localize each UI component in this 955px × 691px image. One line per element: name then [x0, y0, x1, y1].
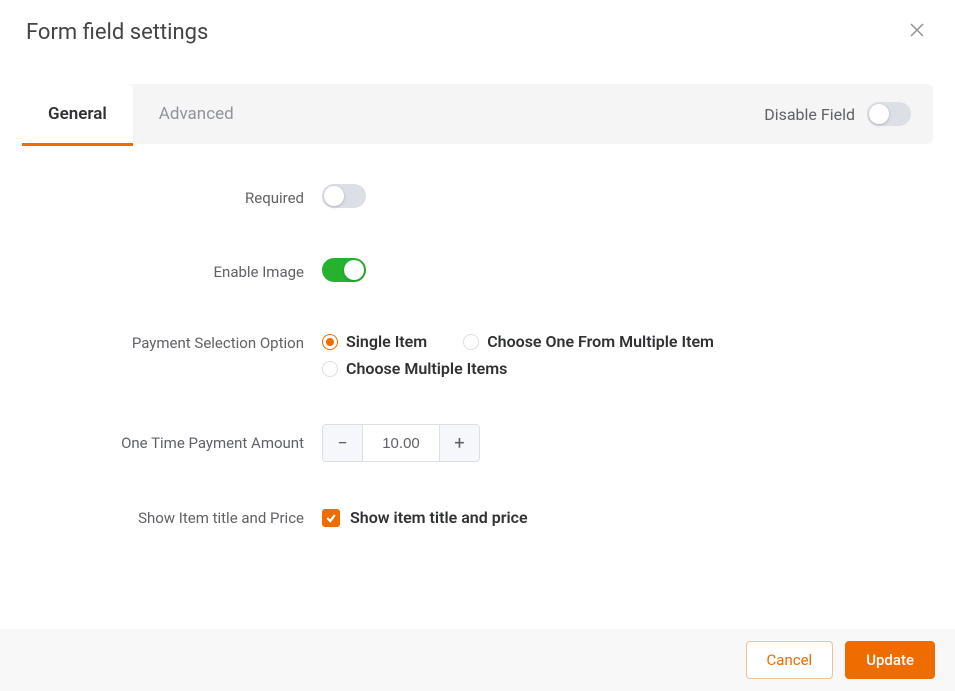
one-time-amount-stepper: − + — [322, 424, 480, 462]
tab-advanced-label: Advanced — [159, 104, 234, 124]
cancel-button[interactable]: Cancel — [746, 641, 834, 679]
minus-icon: − — [337, 433, 347, 454]
x-icon — [909, 22, 925, 38]
close-icon[interactable] — [905, 18, 929, 46]
stepper-decrement-button[interactable]: − — [323, 425, 363, 461]
row-required: Required — [24, 184, 931, 212]
tab-advanced[interactable]: Advanced — [133, 84, 260, 144]
payment-selection-label: Payment Selection Option — [24, 332, 322, 352]
row-enable-image: Enable Image — [24, 258, 931, 286]
row-show-item-title-price: Show Item title and Price Show item titl… — [24, 508, 931, 527]
plus-icon: + — [454, 433, 464, 454]
radio-choose-one[interactable]: Choose One From Multiple Item — [463, 332, 714, 351]
disable-field-control: Disable Field — [764, 102, 911, 126]
show-item-title-price-checkbox[interactable]: Show item title and price — [322, 508, 931, 527]
toggle-knob — [869, 104, 889, 124]
modal-header: Form field settings — [0, 0, 955, 58]
toggle-knob — [324, 186, 344, 206]
radio-single-item[interactable]: Single Item — [322, 332, 427, 351]
modal-title: Form field settings — [26, 20, 208, 45]
stepper-increment-button[interactable]: + — [439, 425, 479, 461]
enable-image-label: Enable Image — [24, 263, 322, 281]
radio-single-item-label: Single Item — [346, 332, 427, 351]
one-time-amount-control: − + — [322, 424, 931, 462]
row-one-time-amount: One Time Payment Amount − + — [24, 424, 931, 462]
disable-field-toggle[interactable] — [867, 102, 911, 126]
radio-choose-multiple-label: Choose Multiple Items — [346, 359, 507, 378]
tab-general-label: General — [48, 104, 107, 124]
modal-footer: Cancel Update — [0, 629, 955, 691]
disable-field-label: Disable Field — [764, 105, 855, 124]
tab-general[interactable]: General — [22, 84, 133, 144]
update-button-label: Update — [866, 651, 914, 669]
one-time-amount-input[interactable] — [363, 425, 439, 461]
update-button[interactable]: Update — [845, 641, 935, 679]
show-item-title-price-checkbox-label: Show item title and price — [350, 508, 528, 527]
toggle-knob — [344, 260, 364, 280]
tabs-left: General Advanced — [22, 84, 260, 144]
required-control — [322, 184, 931, 212]
cancel-button-label: Cancel — [767, 651, 813, 669]
required-label: Required — [24, 189, 322, 207]
show-item-title-price-label: Show Item title and Price — [24, 509, 322, 527]
form-field-settings-modal: Form field settings General Advanced Dis… — [0, 0, 955, 691]
radio-choose-one-label: Choose One From Multiple Item — [487, 332, 714, 351]
tabs-bar: General Advanced Disable Field — [22, 84, 933, 144]
one-time-amount-label: One Time Payment Amount — [24, 434, 322, 452]
payment-selection-control: Single Item Choose One From Multiple Ite… — [322, 332, 931, 378]
payment-selection-radio-group: Single Item Choose One From Multiple Ite… — [322, 332, 882, 378]
enable-image-control — [322, 258, 931, 286]
checkbox-box — [322, 509, 340, 527]
check-icon — [325, 512, 337, 524]
show-item-title-price-control: Show item title and price — [322, 508, 931, 527]
row-payment-selection: Payment Selection Option Single Item Cho… — [24, 332, 931, 378]
radio-circle-icon — [463, 334, 479, 350]
radio-circle-icon — [322, 334, 338, 350]
radio-choose-multiple[interactable]: Choose Multiple Items — [322, 359, 882, 378]
radio-circle-icon — [322, 361, 338, 377]
required-toggle[interactable] — [322, 184, 366, 208]
form-body: Required Enable Image Payment Selection … — [0, 144, 955, 573]
enable-image-toggle[interactable] — [322, 258, 366, 282]
